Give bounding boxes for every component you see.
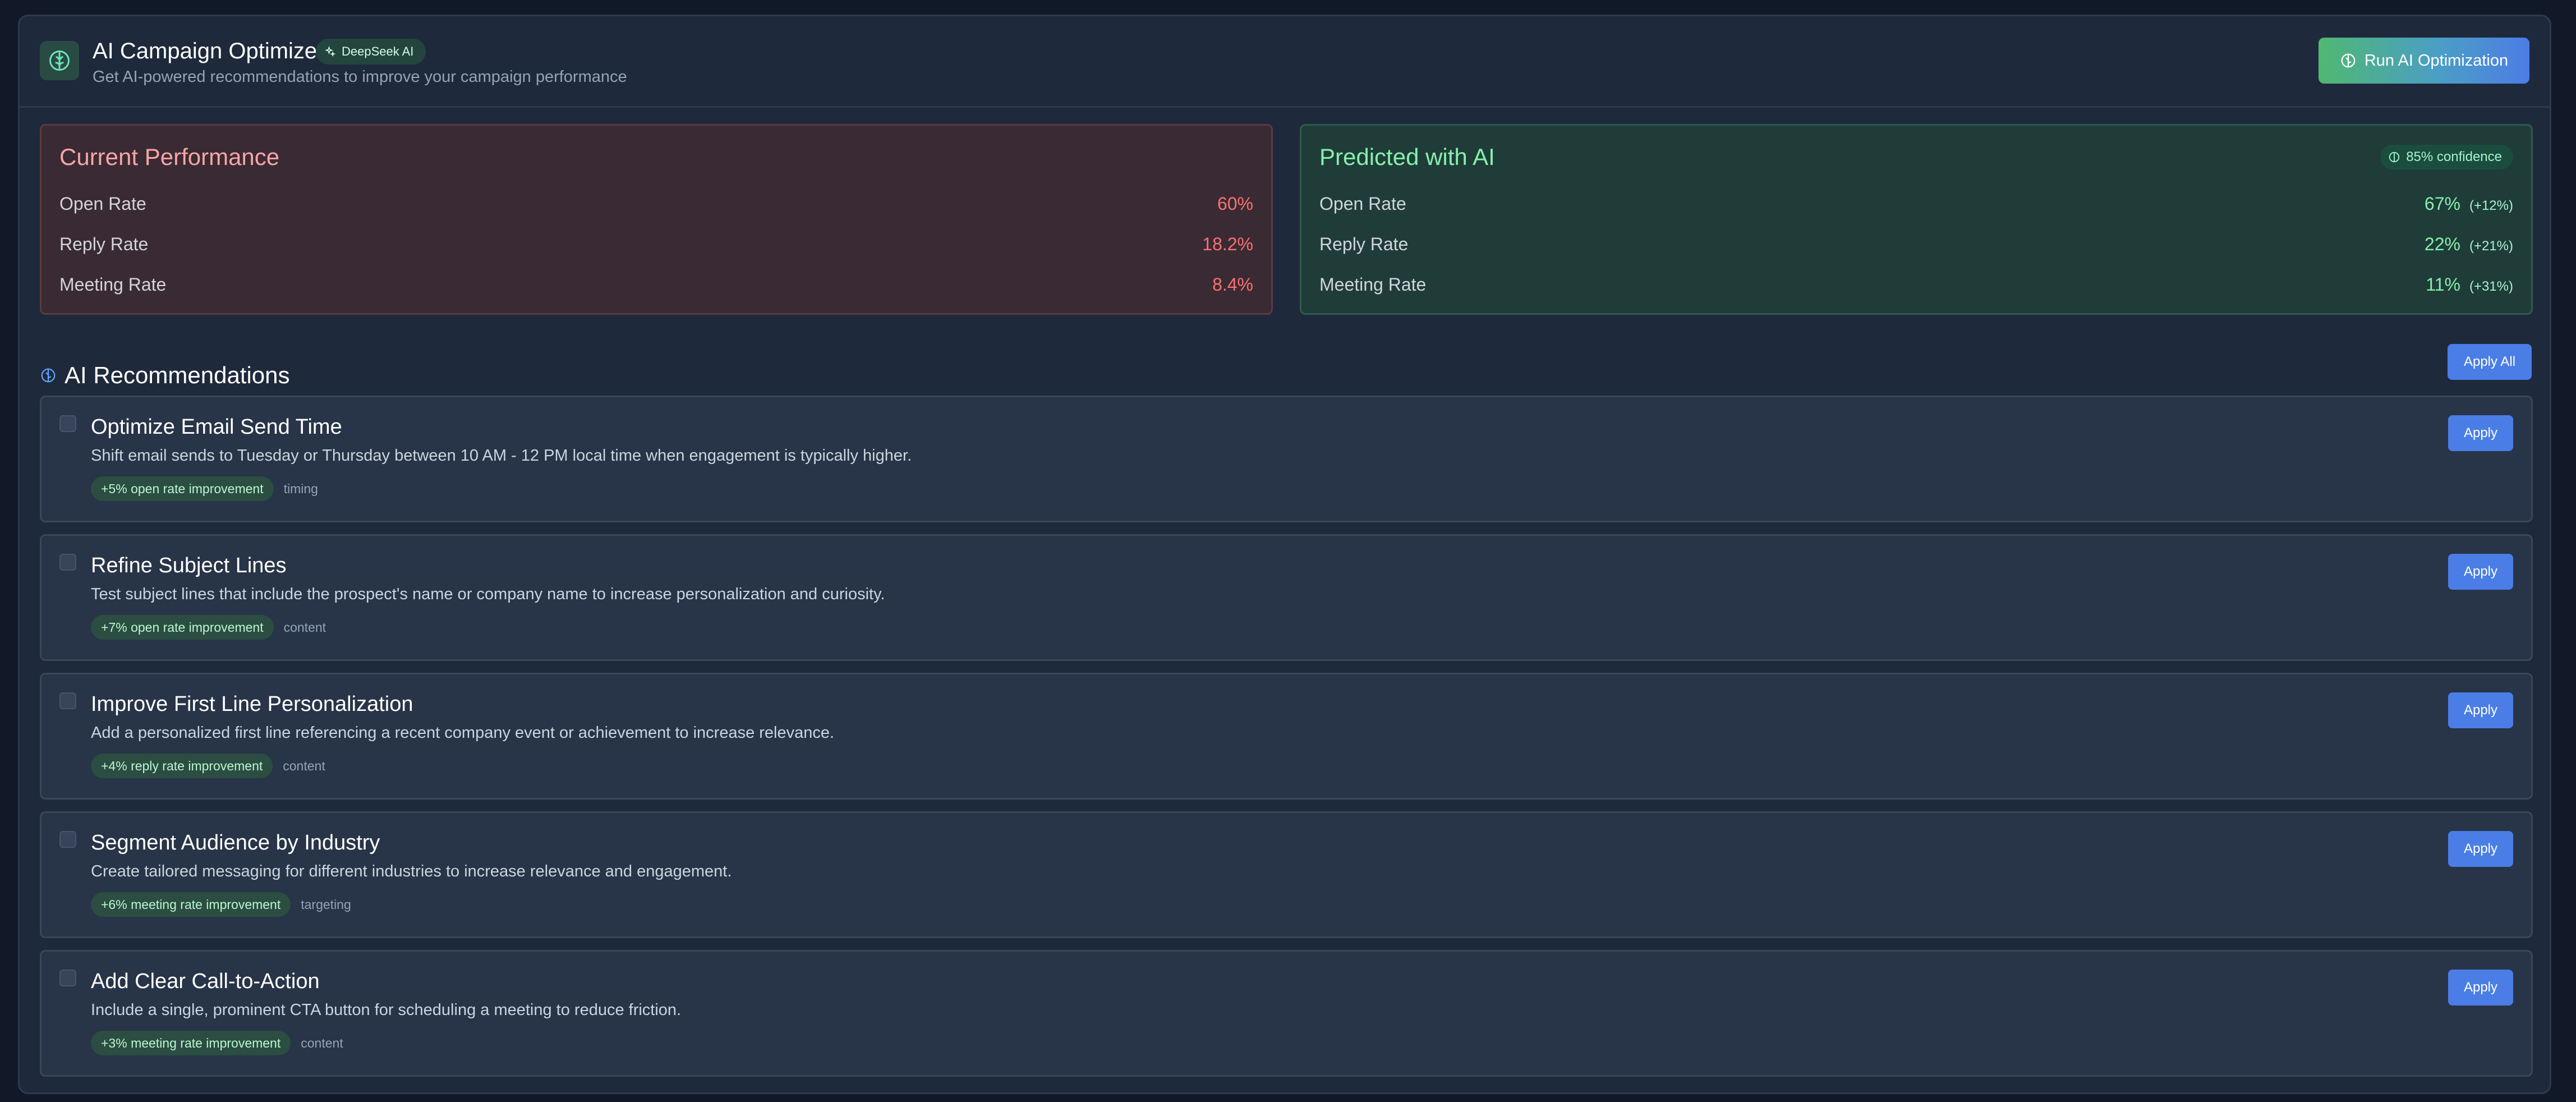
recommendation-checkbox[interactable] — [59, 415, 76, 432]
run-ai-optimization-button[interactable]: Run AI Optimization — [2319, 38, 2529, 84]
recommendation-card: Optimize Email Send Time Shift email sen… — [40, 396, 2533, 522]
apply-button[interactable]: Apply — [2448, 554, 2513, 590]
page-title: AI Campaign Optimizer — [93, 39, 325, 63]
recommendations-header: AI Recommendations — [40, 360, 290, 391]
category-label: content — [301, 1035, 343, 1050]
predicted-performance-card: Predicted with AI 85% confidence Open Ra… — [1300, 124, 2533, 315]
apply-button[interactable]: Apply — [2448, 970, 2513, 1005]
recommendation-checkbox[interactable] — [59, 831, 76, 848]
sparkles-icon — [325, 46, 336, 57]
apply-button[interactable]: Apply — [2448, 692, 2513, 728]
metric-row-open-rate: Open Rate 67% (+12%) — [1319, 190, 2513, 218]
brain-icon — [41, 368, 56, 383]
impact-badge: +4% reply rate improvement — [91, 754, 273, 778]
recommendation-tags: +7% open rate improvement content — [91, 614, 326, 640]
metric-delta: (+31%) — [2469, 278, 2513, 294]
recommendation-tags: +5% open rate improvement timing — [91, 476, 318, 502]
recommendation-card: Add Clear Call-to-Action Include a singl… — [40, 950, 2533, 1077]
metric-label: Reply Rate — [1319, 233, 1409, 254]
brain-icon — [2341, 53, 2356, 68]
recommendation-title: Improve First Line Personalization — [91, 692, 413, 716]
recommendation-title: Refine Subject Lines — [91, 554, 287, 577]
metric-delta: (+21%) — [2469, 238, 2513, 254]
impact-badge: +3% meeting rate improvement — [91, 1031, 291, 1055]
recommendation-description: Shift email sends to Tuesday or Thursday… — [91, 447, 912, 465]
metric-value: 67% — [2424, 193, 2460, 214]
recommendations-title: AI Recommendations — [65, 362, 290, 388]
apply-button[interactable]: Apply — [2448, 831, 2513, 867]
brain-icon — [40, 41, 79, 80]
metric-label: Open Rate — [59, 193, 146, 214]
metric-value: 8.4% — [1212, 274, 1253, 295]
category-label: timing — [283, 481, 318, 496]
panel-header: AI Campaign Optimizer DeepSeek AI Get AI… — [20, 16, 2550, 108]
recommendation-tags: +3% meeting rate improvement content — [91, 1030, 343, 1056]
recommendation-title: Optimize Email Send Time — [91, 415, 342, 439]
metric-row-meeting-rate: Meeting Rate 11% (+31%) — [1319, 270, 2513, 299]
recommendation-tags: +6% meeting rate improvement targeting — [91, 892, 351, 917]
impact-badge: +7% open rate improvement — [91, 615, 274, 640]
recommendation-card: Segment Audience by Industry Create tail… — [40, 811, 2533, 938]
recommendation-description: Create tailored messaging for different … — [91, 862, 732, 880]
run-button-label: Run AI Optimization — [2364, 51, 2509, 70]
predicted-performance-title: Predicted with AI — [1319, 144, 1495, 170]
metric-label: Meeting Rate — [1319, 274, 1427, 295]
metric-value: 22% — [2424, 233, 2460, 254]
metric-label: Reply Rate — [59, 233, 149, 254]
metric-label: Open Rate — [1319, 193, 1406, 214]
recommendation-title: Add Clear Call-to-Action — [91, 970, 320, 993]
page-subtitle: Get AI-powered recommendations to improv… — [93, 68, 627, 86]
recommendation-description: Include a single, prominent CTA button f… — [91, 1001, 682, 1019]
category-label: targeting — [301, 897, 351, 912]
badge-label: DeepSeek AI — [342, 44, 414, 58]
category-label: content — [283, 619, 326, 635]
apply-all-button[interactable]: Apply All — [2448, 344, 2532, 380]
metric-value: 60% — [1217, 193, 1253, 214]
recommendation-card: Refine Subject Lines Test subject lines … — [40, 534, 2533, 661]
confidence-badge: 85% confidence — [2380, 145, 2513, 169]
impact-badge: +5% open rate improvement — [91, 476, 274, 501]
recommendation-checkbox[interactable] — [59, 554, 76, 571]
metric-row-meeting-rate: Meeting Rate 8.4% — [59, 270, 1253, 299]
ai-provider-badge: DeepSeek AI — [316, 39, 426, 65]
current-performance-card: Current Performance Open Rate 60% Reply … — [40, 124, 1273, 315]
confidence-label: 85% confidence — [2406, 149, 2502, 164]
category-label: content — [283, 758, 325, 773]
recommendation-checkbox[interactable] — [59, 692, 76, 709]
optimizer-panel: AI Campaign Optimizer DeepSeek AI Get AI… — [18, 15, 2551, 1094]
recommendation-tags: +4% reply rate improvement content — [91, 753, 325, 779]
metric-row-reply-rate: Reply Rate 18.2% — [59, 230, 1253, 258]
metric-row-open-rate: Open Rate 60% — [59, 190, 1253, 218]
metric-delta: (+12%) — [2469, 198, 2513, 213]
metric-row-reply-rate: Reply Rate 22% (+21%) — [1319, 230, 2513, 258]
recommendation-description: Add a personalized first line referencin… — [91, 724, 835, 742]
recommendation-title: Segment Audience by Industry — [91, 831, 380, 855]
apply-button[interactable]: Apply — [2448, 415, 2513, 451]
current-performance-title: Current Performance — [59, 144, 280, 170]
metric-label: Meeting Rate — [59, 274, 167, 295]
brain-icon — [2389, 151, 2400, 163]
recommendation-description: Test subject lines that include the pros… — [91, 585, 885, 603]
impact-badge: +6% meeting rate improvement — [91, 892, 291, 917]
metric-value: 11% — [2426, 274, 2460, 295]
recommendation-checkbox[interactable] — [59, 970, 76, 986]
metric-value: 18.2% — [1202, 233, 1253, 254]
recommendation-card: Improve First Line Personalization Add a… — [40, 673, 2533, 800]
